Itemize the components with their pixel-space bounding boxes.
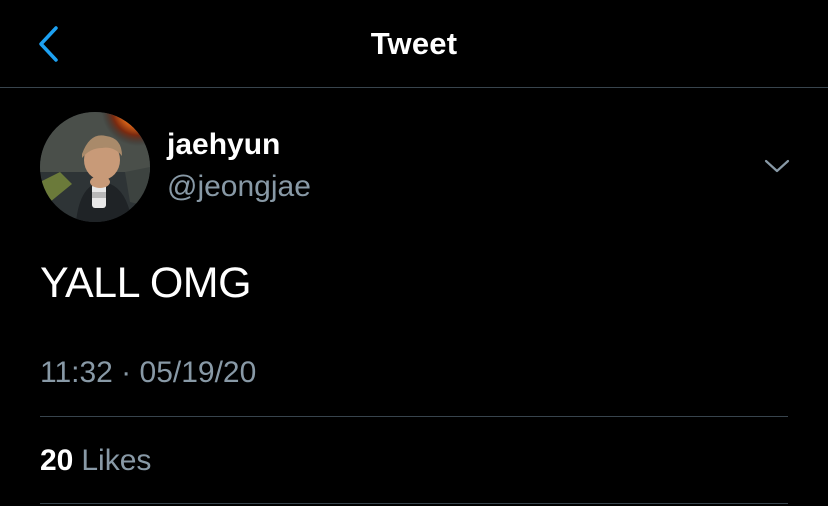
tweet-text: YALL OMG	[40, 259, 252, 307]
more-options-button[interactable]	[760, 152, 794, 180]
chevron-down-icon	[764, 159, 790, 173]
divider	[40, 503, 788, 504]
divider	[40, 416, 788, 417]
top-bar: Tweet	[0, 0, 828, 88]
display-name[interactable]: jaehyun	[167, 128, 280, 162]
username[interactable]: @jeongjae	[167, 170, 311, 204]
page-title: Tweet	[370, 26, 458, 61]
likes-label: Likes	[81, 444, 152, 477]
avatar[interactable]	[40, 112, 150, 222]
avatar-image	[40, 112, 150, 222]
tweet-timestamp: 11:32 · 05/19/20	[40, 356, 257, 389]
likes-count: 20	[40, 444, 74, 477]
likes-link[interactable]: 20 Likes	[40, 444, 151, 478]
